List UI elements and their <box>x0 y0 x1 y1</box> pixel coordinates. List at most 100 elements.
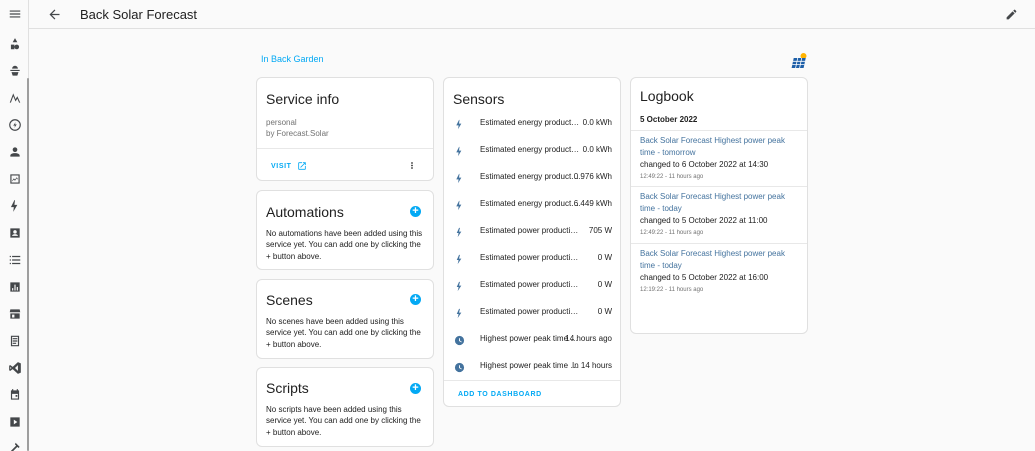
logbook-entry-title[interactable]: Back Solar Forecast Highest power peak t… <box>640 191 800 214</box>
sidebar-scrollbar[interactable] <box>27 78 29 451</box>
plus-icon: + <box>412 382 419 394</box>
sensor-row[interactable]: Estimated power production - now 705 W <box>444 218 620 245</box>
sensor-value: In 14 hours <box>571 361 612 370</box>
sensor-name: Highest power peak time - tomorrow <box>480 361 580 370</box>
empty-message: No scenes have been added using this ser… <box>266 317 421 349</box>
card-title: Logbook <box>640 88 694 104</box>
logbook-card: Logbook 5 October 2022 Back Solar Foreca… <box>630 77 808 334</box>
sensor-value: 0.0 kWh <box>582 145 612 154</box>
empty-message: No automations have been added using thi… <box>266 229 423 261</box>
logbook-entry-title[interactable]: Back Solar Forecast Highest power peak t… <box>640 135 800 158</box>
service-info-card: Service info personal by Forecast.Solar … <box>256 77 434 181</box>
lightning-icon <box>454 198 465 211</box>
divider <box>631 130 807 131</box>
history-icon[interactable] <box>0 167 29 191</box>
sensor-row[interactable]: Estimated energy production - today0.0 k… <box>444 110 620 137</box>
badge-icon[interactable] <box>0 221 29 245</box>
store-icon[interactable] <box>0 302 29 326</box>
edit-button[interactable] <box>1001 4 1021 24</box>
power-icon <box>454 306 465 319</box>
logbook-entry-title[interactable]: Back Solar Forecast Highest power peak t… <box>640 248 800 271</box>
divider <box>444 380 620 381</box>
visit-label: VISIT <box>271 162 292 170</box>
sensor-row[interactable]: Estimated power production - next 12 hou… <box>444 272 620 299</box>
service-type: personal <box>266 118 297 127</box>
back-button[interactable] <box>43 3 65 25</box>
add-automation-button[interactable]: + <box>410 206 421 217</box>
vscode-icon[interactable] <box>0 356 29 380</box>
chart-icon[interactable] <box>0 275 29 299</box>
sensor-value: 0.0 kWh <box>582 118 612 127</box>
area-link[interactable]: In Back Garden <box>261 54 324 64</box>
card-title: Automations <box>266 204 344 220</box>
lightning-icon <box>454 117 465 130</box>
list-icon[interactable] <box>0 248 29 272</box>
power-icon <box>454 279 465 292</box>
sensor-name: Estimated power production - next 12 hou… <box>480 280 580 289</box>
sensor-row[interactable]: Estimated energy production - next hour0… <box>444 164 620 191</box>
logbook-entry-message: changed to 5 October 2022 at 11:00 <box>640 216 768 225</box>
scenes-card: Scenes + No scenes have been added using… <box>256 279 434 359</box>
logbook-entry: Back Solar Forecast Highest power peak t… <box>640 135 800 180</box>
sensor-name: Estimated energy production - this hour <box>480 145 580 154</box>
person-icon[interactable] <box>0 140 29 164</box>
sensor-row[interactable]: Estimated energy production - tomorrow6.… <box>444 191 620 218</box>
divider <box>257 148 433 149</box>
divider <box>631 186 807 187</box>
add-scene-button[interactable]: + <box>410 294 421 305</box>
card-title: Scripts <box>266 380 309 396</box>
solar-panel-logo-icon <box>791 53 807 68</box>
logbook-entry-message: changed to 5 October 2022 at 16:00 <box>640 273 769 282</box>
card-title: Service info <box>266 91 340 107</box>
page-title: Back Solar Forecast <box>80 7 198 22</box>
lightning-icon <box>454 171 465 184</box>
pencil-icon <box>1006 9 1016 19</box>
arrow-left-icon <box>49 9 59 19</box>
sensor-row[interactable]: Estimated power production - next hour 0 … <box>444 245 620 272</box>
calendar-icon[interactable] <box>0 383 29 407</box>
sensor-row[interactable]: Estimated power production - next 24 hou… <box>444 299 620 326</box>
visit-button[interactable]: VISIT <box>271 161 307 171</box>
energy-icon[interactable] <box>0 86 29 110</box>
logbook-entry-time: 12:49:22 - 11 hours ago <box>640 229 704 236</box>
sensors-card: Sensors Estimated energy production - to… <box>443 77 621 407</box>
more-options-button[interactable] <box>407 158 417 172</box>
overview-icon[interactable] <box>0 32 29 56</box>
sensor-row[interactable]: Estimated energy production - this hour0… <box>444 137 620 164</box>
sensor-value: 0 W <box>597 280 612 289</box>
automations-card: Automations + No automations have been a… <box>256 190 434 270</box>
sensor-name: Estimated energy production - next hour <box>480 172 580 181</box>
logbook-icon[interactable] <box>0 113 29 137</box>
sensor-value: 0.976 kWh <box>573 172 612 181</box>
empty-message: No scripts have been added using this se… <box>266 405 421 437</box>
sidebar <box>0 0 29 451</box>
notes-icon[interactable] <box>0 329 29 353</box>
add-to-dashboard-button[interactable]: ADD TO DASHBOARD <box>458 391 542 398</box>
plus-icon: + <box>412 205 419 217</box>
lightning-icon[interactable] <box>0 194 29 218</box>
logbook-entry-time: 12:49:22 - 11 hours ago <box>640 173 704 180</box>
sensor-name: Estimated energy production - today <box>480 118 580 127</box>
clock-icon <box>454 360 465 373</box>
map-icon[interactable] <box>0 59 29 83</box>
sensor-row[interactable]: Highest power peak time - today14 hours … <box>444 326 620 353</box>
clock-icon <box>454 333 465 346</box>
sensor-name: Estimated power production - next 24 hou… <box>480 307 580 316</box>
logbook-entry-message: changed to 6 October 2022 at 14:30 <box>640 160 769 169</box>
menu-icon[interactable] <box>0 2 29 26</box>
media-icon[interactable] <box>0 410 29 434</box>
logbook-entry: Back Solar Forecast Highest power peak t… <box>640 191 800 236</box>
sensor-name: Estimated energy production - tomorrow <box>480 199 580 208</box>
power-icon <box>454 252 465 265</box>
power-icon <box>454 225 465 238</box>
sensor-value: 0 W <box>597 307 612 316</box>
hammer-icon[interactable] <box>0 436 29 451</box>
card-title: Sensors <box>453 91 505 107</box>
sensor-row[interactable]: Highest power peak time - tomorrowIn 14 … <box>444 353 620 380</box>
card-title: Scenes <box>266 292 313 308</box>
add-script-button[interactable]: + <box>410 383 421 394</box>
top-app-bar: Back Solar Forecast <box>29 0 1035 29</box>
scripts-card: Scripts + No scripts have been added usi… <box>256 367 434 447</box>
logbook-entry-time: 12:19:22 - 11 hours ago <box>640 286 704 293</box>
sensor-value: 705 W <box>588 226 612 235</box>
